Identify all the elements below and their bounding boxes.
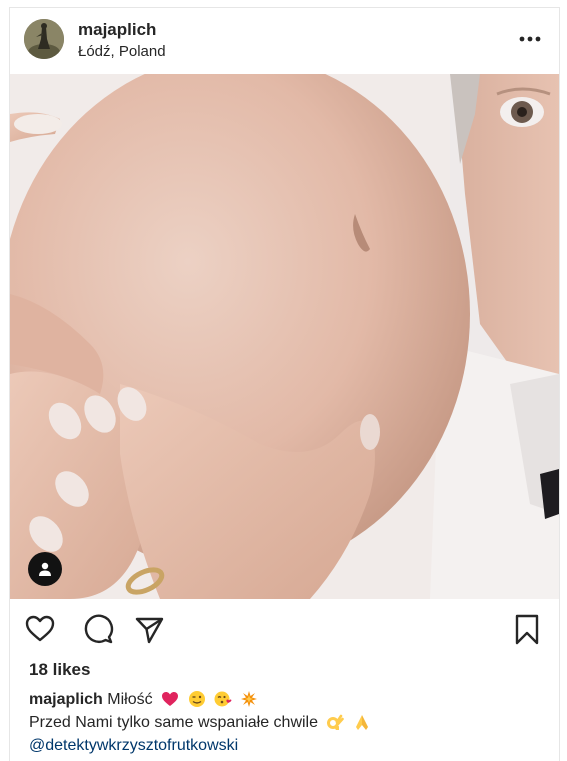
- caption-line-1: majaplich Miłość: [29, 688, 549, 711]
- tagged-users-button[interactable]: [28, 552, 62, 586]
- avatar[interactable]: [24, 19, 64, 59]
- caption-text-2: Przed Nami tylko same wspaniałe chwile: [29, 714, 318, 731]
- ok-hand-icon: [327, 714, 345, 730]
- post-photo[interactable]: [10, 74, 559, 599]
- photo-image: [10, 74, 559, 599]
- more-options-button[interactable]: [515, 30, 545, 48]
- caption-username[interactable]: majaplich: [29, 691, 103, 708]
- like-button[interactable]: [23, 612, 57, 646]
- save-button[interactable]: [510, 612, 544, 646]
- instagram-post: majaplich Łódź, Poland 18 likes majaplic…: [9, 7, 560, 761]
- caption-line-2: Przed Nami tylko same wspaniałe chwile: [29, 711, 549, 734]
- user-icon: [39, 562, 51, 576]
- avatar-image: [24, 19, 64, 59]
- face-blowing-kiss-icon: [214, 691, 232, 707]
- red-heart-icon: [162, 692, 179, 706]
- collision-icon: [241, 691, 258, 707]
- bookmark-icon: [515, 614, 539, 645]
- post-header: majaplich Łódź, Poland: [10, 8, 559, 74]
- caption-line-3: @detektywkrzysztofrutkowski: [29, 734, 549, 757]
- winking-face-icon: [188, 691, 205, 707]
- comment-button[interactable]: [81, 612, 115, 646]
- share-button[interactable]: [132, 612, 166, 646]
- heart-icon: [25, 615, 55, 642]
- location[interactable]: Łódź, Poland: [78, 43, 166, 60]
- ellipsis-icon: [519, 36, 541, 42]
- post-actions: [10, 608, 559, 652]
- caption-text: Miłość: [107, 691, 153, 708]
- post-caption: majaplich Miłość Przed Nami tylko same w…: [29, 688, 549, 757]
- folded-hands-icon: [355, 715, 368, 730]
- username[interactable]: majaplich: [78, 20, 156, 40]
- paper-plane-icon: [135, 617, 164, 644]
- mention-link[interactable]: @detektywkrzysztofrutkowski: [29, 737, 238, 754]
- likes-count[interactable]: 18 likes: [29, 660, 90, 680]
- comment-icon: [84, 614, 114, 644]
